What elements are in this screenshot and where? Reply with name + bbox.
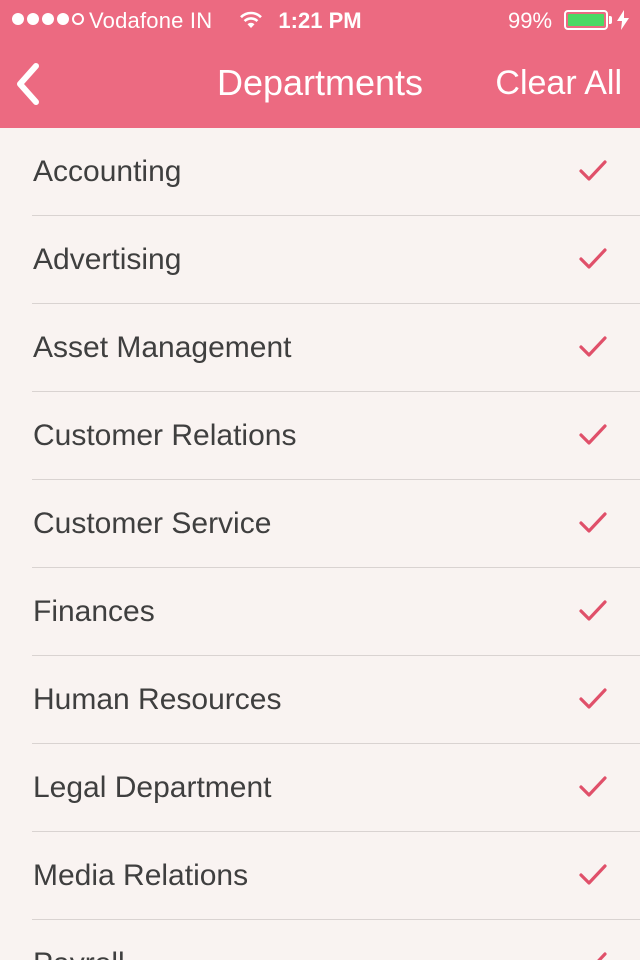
department-label: Asset Management: [33, 331, 292, 364]
department-label: Human Resources: [33, 683, 282, 716]
checkmark-icon: [579, 336, 607, 357]
department-row[interactable]: Advertising: [0, 216, 640, 304]
checkmark-icon: [579, 248, 607, 269]
checkmark-icon: [579, 600, 607, 621]
department-label: Legal Department: [33, 771, 272, 804]
department-row[interactable]: Payroll: [0, 920, 640, 960]
charging-bolt-icon: [617, 10, 629, 30]
departments-list: Accounting Advertising Asset Management Cus…: [0, 128, 640, 960]
department-label: Customer Service: [33, 507, 272, 540]
battery-percent: 99%: [508, 8, 553, 33]
checkmark-icon: [579, 512, 607, 533]
checkmark-icon: [597, 952, 607, 960]
navigation-bar: Departments Clear All: [0, 40, 640, 128]
clear-all-button[interactable]: Clear All: [495, 60, 622, 106]
department-label: Payroll: [33, 920, 125, 960]
department-row[interactable]: Legal Department: [0, 744, 640, 832]
department-row[interactable]: Finances: [0, 568, 640, 656]
battery-fill: [568, 14, 604, 26]
department-row[interactable]: Asset Management: [0, 304, 640, 392]
department-row[interactable]: Media Relations: [0, 832, 640, 920]
department-row[interactable]: Human Resources: [0, 656, 640, 744]
checkmark-icon: [579, 688, 607, 709]
battery-icon: [564, 10, 608, 30]
department-label: Media Relations: [33, 859, 249, 892]
checkmark-icon: [579, 160, 607, 181]
department-row[interactable]: Accounting: [0, 128, 640, 216]
screen: Vodafone IN 1:21 PM 99% Departments Clea…: [0, 0, 640, 960]
battery-tip: [609, 16, 612, 24]
department-row[interactable]: Customer Service: [0, 480, 640, 568]
checkmark-icon: [579, 864, 607, 885]
department-row[interactable]: Customer Relations: [0, 392, 640, 480]
department-label: Advertising: [33, 243, 182, 276]
header: Vodafone IN 1:21 PM 99% Departments Clea…: [0, 0, 640, 128]
department-label: Finances: [33, 595, 155, 628]
checkmark-icon: [579, 776, 607, 797]
status-bar: Vodafone IN 1:21 PM 99%: [0, 0, 640, 40]
department-label: Accounting: [33, 155, 182, 188]
department-label: Customer Relations: [33, 419, 297, 452]
checkmark-icon: [579, 424, 607, 445]
